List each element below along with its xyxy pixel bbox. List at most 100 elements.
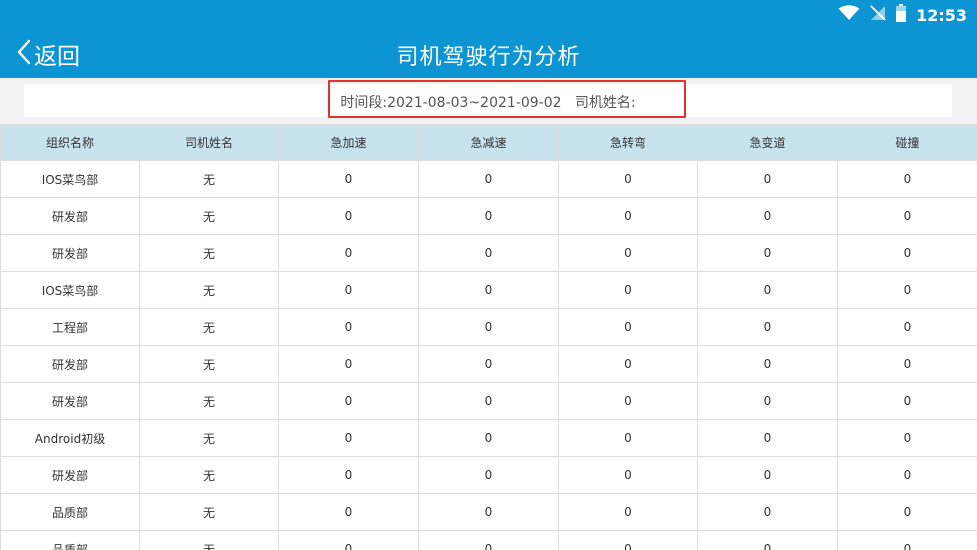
filter-highlight-box (328, 80, 686, 118)
column-collision-cell: 0 (837, 345, 977, 383)
column-rapid-accel-cell: 0 (278, 345, 419, 383)
column-rapid-decel-cell: 0 (418, 345, 559, 383)
column-driver-cell: 无 (139, 234, 279, 272)
table-row[interactable]: 研发部无 0 0 0 0 0 (0, 345, 977, 383)
column-sharp-turn-cell: 0 (558, 419, 698, 457)
column-driver-cell: 无 (139, 160, 279, 198)
column-collision-cell: 0 (837, 308, 977, 346)
column-lane-change-cell: 0 (697, 271, 838, 309)
no-signal-icon (870, 5, 886, 25)
column-rapid-accel-cell: 0 (278, 419, 419, 457)
column-lane-change-cell: 0 (697, 160, 838, 198)
column-rapid-accel-cell: 0 (278, 271, 419, 309)
column-rapid-decel-cell: 0 (418, 197, 559, 235)
column-sharp-turn-cell: 0 (558, 308, 698, 346)
column-org-cell: 研发部 (0, 234, 140, 272)
table-body: IOS菜鸟部无 0 0 0 0 0 研发部无 0 0 0 0 0 研发部无 0 0 0 0 0 IOS菜鸟部无 0 0 0… (0, 160, 977, 550)
column-driver-cell: 无 (139, 345, 279, 383)
column-sharp-turn-cell: 0 (558, 493, 698, 531)
column-driver-cell: 无 (139, 271, 279, 309)
column-collision-cell: 0 (837, 493, 977, 531)
column-org-cell: 研发部 (0, 197, 140, 235)
table-row[interactable]: 研发部无 0 0 0 0 0 (0, 234, 977, 272)
column-rapid-accel-cell: 0 (278, 456, 419, 494)
column-org-cell: 工程部 (0, 308, 140, 346)
column-lane-change-cell: 0 (697, 345, 838, 383)
column-rapid-decel-header: 急减速 (418, 124, 559, 161)
column-rapid-accel-cell: 0 (278, 530, 419, 550)
column-lane-change-cell: 0 (697, 308, 838, 346)
column-rapid-decel-cell: 0 (418, 530, 559, 550)
column-sharp-turn-cell: 0 (558, 160, 698, 198)
column-collision-cell: 0 (837, 160, 977, 198)
column-driver-cell: 无 (139, 456, 279, 494)
column-org-header: 组织名称 (0, 124, 140, 161)
behavior-table: 组织名称 司机姓名 急加速 急减速 急转弯 急变道 碰撞 IOS菜鸟部无 0 0 0 0 0 研发部无 0… (0, 124, 977, 550)
status-bar: 12:53 (0, 0, 977, 30)
column-rapid-accel-cell: 0 (278, 197, 419, 235)
table-row[interactable]: 品质部无 0 0 0 0 0 (0, 530, 977, 550)
column-lane-change-cell: 0 (697, 419, 838, 457)
column-driver-cell: 无 (139, 419, 279, 457)
column-rapid-decel-cell: 0 (418, 308, 559, 346)
column-sharp-turn-cell: 0 (558, 345, 698, 383)
column-rapid-decel-cell: 0 (418, 160, 559, 198)
table-row[interactable]: 研发部无 0 0 0 0 0 (0, 197, 977, 235)
table-row[interactable]: 品质部无 0 0 0 0 0 (0, 493, 977, 531)
column-lane-change-cell: 0 (697, 197, 838, 235)
column-org-cell: 品质部 (0, 493, 140, 531)
column-rapid-accel-cell: 0 (278, 382, 419, 420)
table-row[interactable]: IOS菜鸟部无 0 0 0 0 0 (0, 160, 977, 198)
column-collision-cell: 0 (837, 234, 977, 272)
column-collision-cell: 0 (837, 419, 977, 457)
column-rapid-accel-header: 急加速 (278, 124, 419, 161)
column-rapid-decel-cell: 0 (418, 456, 559, 494)
table-row[interactable]: Android初级无 0 0 0 0 0 (0, 419, 977, 457)
column-lane-change-cell: 0 (697, 493, 838, 531)
battery-icon (896, 4, 907, 26)
app-root: 12:53 返回 司机驾驶行为分析 时间段:2021-08-03~2021-09… (0, 0, 977, 550)
column-driver-cell: 无 (139, 493, 279, 531)
column-lane-change-header: 急变道 (697, 124, 838, 161)
column-driver-cell: 无 (139, 308, 279, 346)
column-org-cell: Android初级 (0, 419, 140, 457)
column-org-cell: 研发部 (0, 382, 140, 420)
table-row[interactable]: 研发部无 0 0 0 0 0 (0, 382, 977, 420)
column-rapid-accel-cell: 0 (278, 308, 419, 346)
app-header: 返回 司机驾驶行为分析 (0, 30, 977, 78)
column-sharp-turn-header: 急转弯 (558, 124, 698, 161)
column-lane-change-cell: 0 (697, 530, 838, 550)
column-collision-cell: 0 (837, 456, 977, 494)
column-rapid-accel-cell: 0 (278, 160, 419, 198)
column-collision-header: 碰撞 (837, 124, 977, 161)
page-title: 司机驾驶行为分析 (396, 45, 581, 70)
column-rapid-accel-cell: 0 (278, 493, 419, 531)
column-rapid-decel-cell: 0 (418, 419, 559, 457)
column-sharp-turn-cell: 0 (558, 234, 698, 272)
column-org-cell: IOS菜鸟部 (0, 160, 140, 198)
status-icons: 12:53 (838, 4, 967, 26)
column-org-cell: 研发部 (0, 456, 140, 494)
column-sharp-turn-cell: 0 (558, 530, 698, 550)
column-sharp-turn-cell: 0 (558, 382, 698, 420)
table-row[interactable]: IOS菜鸟部无 0 0 0 0 0 (0, 271, 977, 309)
column-collision-cell: 0 (837, 382, 977, 420)
column-org-cell: IOS菜鸟部 (0, 271, 140, 309)
column-lane-change-cell: 0 (697, 456, 838, 494)
column-rapid-decel-cell: 0 (418, 493, 559, 531)
column-lane-change-cell: 0 (697, 234, 838, 272)
column-rapid-accel-cell: 0 (278, 234, 419, 272)
table-row[interactable]: 工程部无 0 0 0 0 0 (0, 308, 977, 346)
column-sharp-turn-cell: 0 (558, 197, 698, 235)
column-lane-change-cell: 0 (697, 382, 838, 420)
column-collision-cell: 0 (837, 197, 977, 235)
column-driver-header: 司机姓名 (139, 124, 279, 161)
table-row[interactable]: 研发部无 0 0 0 0 0 (0, 456, 977, 494)
behavior-table-container[interactable]: 组织名称 司机姓名 急加速 急减速 急转弯 急变道 碰撞 IOS菜鸟部无 0 0 0 0 0 研发部无 0… (0, 124, 977, 550)
column-driver-cell: 无 (139, 382, 279, 420)
column-rapid-decel-cell: 0 (418, 382, 559, 420)
column-org-cell: 品质部 (0, 530, 140, 550)
column-org-cell: 研发部 (0, 345, 140, 383)
column-driver-cell: 无 (139, 197, 279, 235)
table-header-row: 组织名称 司机姓名 急加速 急减速 急转弯 急变道 碰撞 (0, 124, 977, 161)
